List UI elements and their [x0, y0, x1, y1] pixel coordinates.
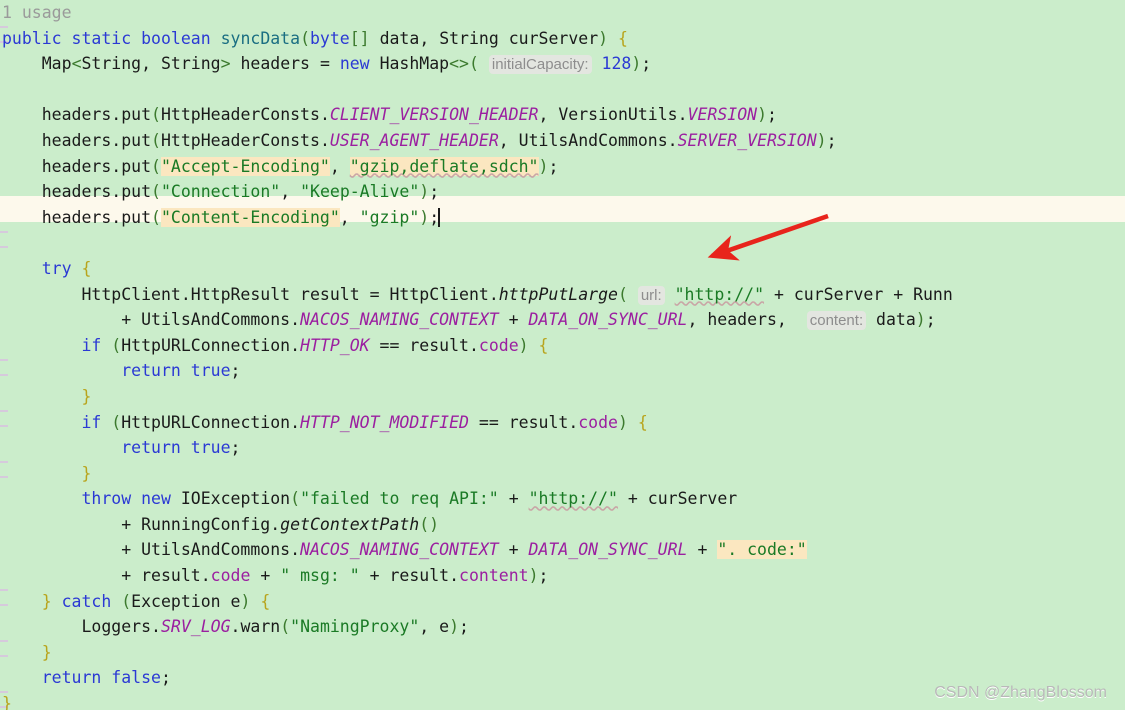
code-line[interactable]: headers.put(HttpHeaderConsts.CLIENT_VERS… [0, 102, 1125, 128]
code-line[interactable]: if (HttpURLConnection.HTTP_NOT_MODIFIED … [0, 410, 1125, 436]
code-line[interactable]: + result.code + " msg: " + result.conten… [0, 563, 1125, 589]
code-line[interactable]: Loggers.SRV_LOG.warn("NamingProxy", e); [0, 614, 1125, 640]
code-line[interactable]: throw new IOException("failed to req API… [0, 486, 1125, 512]
code-line[interactable] [0, 77, 1125, 103]
code-line[interactable]: + RunningConfig.getContextPath() [0, 512, 1125, 538]
code-line[interactable]: } [0, 384, 1125, 410]
code-editor-viewport[interactable]: 1 usage public static boolean syncData(b… [0, 0, 1125, 710]
code-line[interactable]: + UtilsAndCommons.NACOS_NAMING_CONTEXT +… [0, 307, 1125, 333]
text-caret [438, 207, 441, 227]
code-text-layer[interactable]: 1 usage public static boolean syncData(b… [0, 0, 1125, 710]
code-line[interactable]: } catch (Exception e) { [0, 589, 1125, 615]
code-line[interactable]: headers.put("Connection", "Keep-Alive"); [0, 179, 1125, 205]
parameter-hint: url: [637, 285, 665, 305]
code-line[interactable]: return true; [0, 358, 1125, 384]
code-line[interactable]: HttpClient.HttpResult result = HttpClien… [0, 282, 1125, 308]
code-line[interactable]: try { [0, 256, 1125, 282]
watermark-text: CSDN @ZhangBlossom [934, 684, 1107, 701]
code-line[interactable]: 1 usage [0, 0, 1125, 26]
code-line[interactable]: Map<String, String> headers = new HashMa… [0, 51, 1125, 77]
code-line[interactable]: if (HttpURLConnection.HTTP_OK == result.… [0, 333, 1125, 359]
parameter-hint: content: [806, 311, 867, 331]
parameter-hint: initialCapacity: [488, 55, 592, 75]
code-line[interactable]: } [0, 461, 1125, 487]
code-line[interactable]: public static boolean syncData(byte[] da… [0, 26, 1125, 52]
code-line[interactable]: headers.put("Accept-Encoding", "gzip,def… [0, 154, 1125, 180]
code-line-current[interactable]: headers.put("Content-Encoding", "gzip"); [0, 205, 1125, 231]
code-vision-usage-hint[interactable]: 1 usage [2, 3, 72, 22]
code-line[interactable]: headers.put(HttpHeaderConsts.USER_AGENT_… [0, 128, 1125, 154]
code-line[interactable]: + UtilsAndCommons.NACOS_NAMING_CONTEXT +… [0, 537, 1125, 563]
code-line[interactable]: } [0, 640, 1125, 666]
code-line[interactable] [0, 230, 1125, 256]
code-line[interactable]: return true; [0, 435, 1125, 461]
